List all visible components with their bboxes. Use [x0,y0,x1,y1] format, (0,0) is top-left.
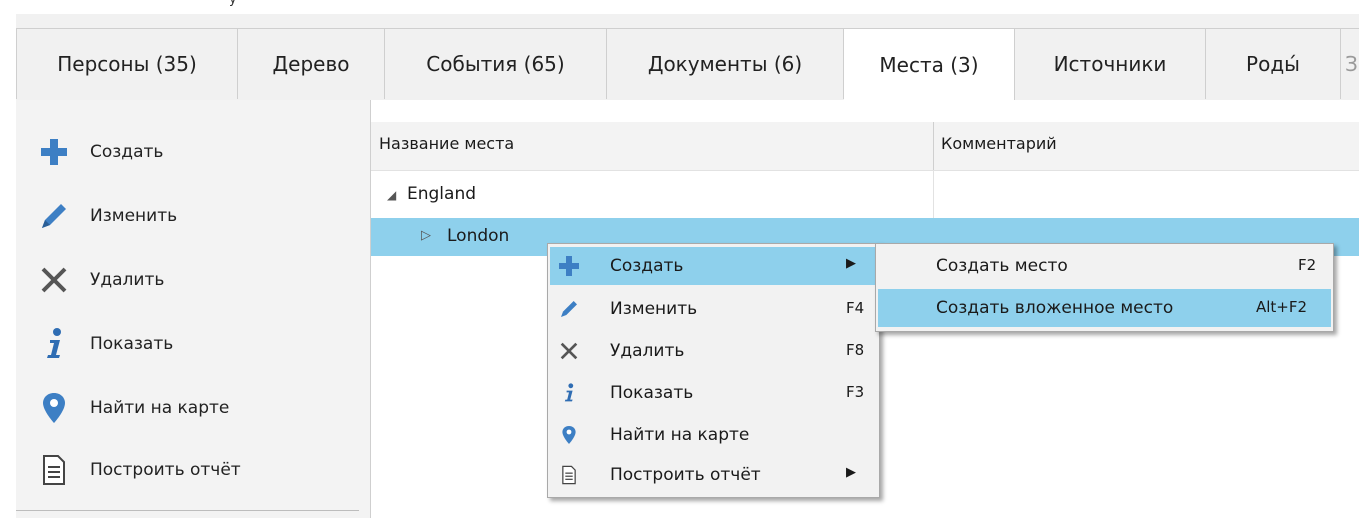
report-icon [36,452,72,488]
tab-sources[interactable]: Источники [1015,28,1206,99]
action-show[interactable]: Показать [36,324,173,364]
action-show-label: Показать [90,334,174,354]
submenu-item-create-place-label: Создать место [936,256,1068,276]
close-icon [556,336,582,366]
plus-icon [556,251,582,281]
menu-item-delete-label: Удалить [610,341,685,361]
info-icon [36,326,72,362]
submenu-arrow-icon: ▶ [846,256,856,271]
action-delete[interactable]: Удалить [36,260,164,300]
tab-events[interactable]: События (65) [385,28,607,99]
column-header-place-name[interactable]: Название места [379,134,514,153]
submenu-arrow-icon: ▶ [846,465,856,480]
menu-item-find-on-map[interactable]: Найти на карте [550,416,877,454]
action-edit-label: Изменить [90,206,178,226]
collapse-arrow-icon[interactable]: ◢ [387,188,396,202]
context-menu: Создать ▶ Изменить F4 Удалить F8 Показат… [547,243,880,498]
action-find-on-map[interactable]: Найти на карте [36,388,229,428]
tab-cut-off[interactable]: З [1341,28,1359,99]
tab-clans[interactable]: Роды́ [1206,28,1341,99]
map-pin-icon [556,420,582,450]
panel-divider [16,510,359,511]
menu-shortcut: F8 [846,341,865,359]
action-build-report-label: Построить отчёт [90,460,241,480]
pencil-icon [556,294,582,324]
info-icon [556,378,582,408]
row-place-name: England [407,184,477,204]
menu-item-create[interactable]: Создать ▶ [550,247,877,285]
menu-shortcut: F4 [846,299,865,317]
menu-item-edit-label: Изменить [610,299,698,319]
tab-documents[interactable]: Документы (6) [607,28,844,99]
tab-tree[interactable]: Дерево [238,28,385,99]
menu-item-edit[interactable]: Изменить F4 [550,290,877,328]
table-row[interactable]: ◢ England [371,176,1359,214]
submenu-item-create-place[interactable]: Создать место F2 [878,247,1331,285]
submenu-create: Создать место F2 Создать вложенное место… [875,243,1334,332]
menu-item-find-on-map-label: Найти на карте [610,425,750,445]
action-build-report[interactable]: Построить отчёт [36,450,241,490]
action-create[interactable]: Создать [36,132,163,172]
plus-icon [36,134,72,170]
submenu-item-create-nested-place[interactable]: Создать вложенное место Alt+F2 [878,289,1331,327]
expand-arrow-icon[interactable]: ▷ [421,228,431,243]
top-hint-text: y [229,0,237,7]
submenu-item-create-nested-place-label: Создать вложенное место [936,298,1174,318]
action-create-label: Создать [90,142,164,162]
action-edit[interactable]: Изменить [36,196,177,236]
action-find-on-map-label: Найти на карте [90,398,230,418]
tab-bar: Персоны (35) Дерево События (65) Докумен… [16,14,1359,101]
tab-persons[interactable]: Персоны (35) [16,28,238,99]
menu-item-build-report[interactable]: Построить отчёт ▶ [550,456,877,494]
map-pin-icon [36,390,72,426]
menu-item-show[interactable]: Показать F3 [550,374,877,412]
column-header-comment[interactable]: Комментарий [941,134,1057,153]
menu-shortcut: F3 [846,383,865,401]
row-place-name: London [447,226,510,246]
action-panel: Создать Изменить Удалить Показать Найти … [16,100,371,518]
tab-places[interactable]: Места (3) [844,28,1015,101]
top-strip: y [0,0,1359,14]
menu-shortcut: F2 [1298,256,1317,274]
action-delete-label: Удалить [90,270,165,290]
column-divider[interactable] [933,122,934,170]
menu-item-show-label: Показать [610,383,694,403]
close-icon [36,262,72,298]
report-icon [556,460,582,490]
menu-item-create-label: Создать [610,256,684,276]
menu-item-build-report-label: Построить отчёт [610,465,761,485]
menu-shortcut: Alt+F2 [1256,298,1308,316]
pencil-icon [36,198,72,234]
menu-item-delete[interactable]: Удалить F8 [550,332,877,370]
grid-header: Название места Комментарий [371,122,1359,171]
